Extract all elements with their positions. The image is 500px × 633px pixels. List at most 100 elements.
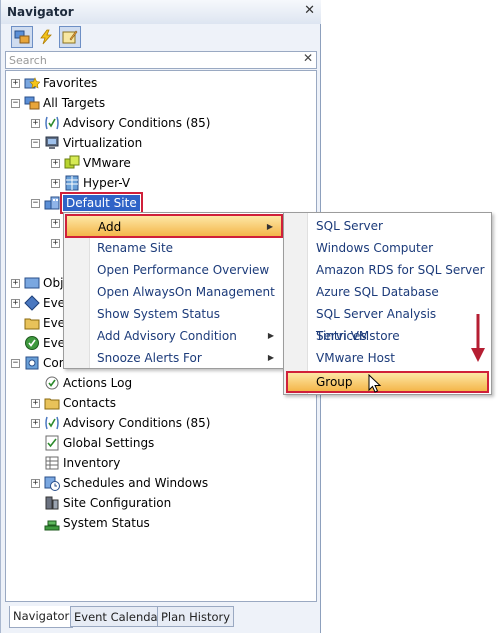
expand-icon[interactable]: + <box>51 218 60 228</box>
submenu-item-tintri-vmstore[interactable]: Tintri VMstore <box>286 325 489 347</box>
tree-label: Inventory <box>63 456 121 470</box>
tree-label: Advisory Conditions (85) <box>63 416 211 430</box>
expand-icon[interactable]: + <box>11 78 20 88</box>
tree-label: Virtualization <box>63 136 143 150</box>
tree-item-events[interactable]: + Eve <box>11 293 65 313</box>
submenu-item-vmware-host[interactable]: VMware Host <box>286 347 489 369</box>
configuration-icon <box>23 355 40 371</box>
objects-icon <box>23 275 40 291</box>
expand-icon[interactable]: + <box>31 118 40 128</box>
menu-item-label: Rename Site <box>97 241 174 255</box>
collapse-icon[interactable]: − <box>31 198 40 208</box>
navigator-titlebar: Navigator ✕ <box>1 0 321 24</box>
tree-item-all-targets[interactable]: − All Targets <box>11 93 105 113</box>
tree-item-advisory-conditions[interactable]: + Advisory Conditions (85) <box>31 113 210 133</box>
tree-label: Eve <box>43 336 66 350</box>
submenu-item-sql-server-analysis-services[interactable]: SQL Server Analysis Services <box>286 303 489 343</box>
targets-view-icon[interactable] <box>11 26 33 48</box>
tree-item-hyperv[interactable]: + Hyper-V <box>51 173 130 193</box>
menu-item-snooze-alerts-for[interactable]: Snooze Alerts For ▶ <box>66 347 282 369</box>
tab-navigator[interactable]: Navigator <box>9 606 74 628</box>
menu-item-open-alwayson-management[interactable]: Open AlwaysOn Management <box>66 281 282 303</box>
menu-item-label: Add Advisory Condition <box>97 329 237 343</box>
menu-item-add[interactable]: Add ▶ <box>65 214 283 238</box>
virtualization-icon <box>43 135 60 151</box>
submenu-item-azure-sql-database[interactable]: Azure SQL Database <box>286 281 489 303</box>
expand-icon[interactable]: + <box>31 478 40 488</box>
tree-item-contacts[interactable]: + Contacts <box>31 393 116 413</box>
submenu-item-group[interactable]: Group <box>286 371 489 393</box>
tree-label: Eve <box>43 316 66 330</box>
collapse-icon[interactable]: − <box>11 98 20 108</box>
favorites-icon <box>23 75 40 91</box>
tree-label: Obj <box>43 276 64 290</box>
folder-icon <box>43 395 60 411</box>
submenu-item-windows-computer[interactable]: Windows Computer <box>286 237 489 259</box>
navigator-tabs: Navigator Event Calendar Plan History <box>5 606 321 628</box>
advisory-conditions-icon <box>43 115 60 131</box>
tree-label: Hyper-V <box>83 176 131 190</box>
actions-log-icon <box>43 375 60 391</box>
expand-icon[interactable]: + <box>51 158 60 168</box>
expand-icon[interactable]: + <box>11 298 20 308</box>
menu-item-label: Add <box>98 220 122 234</box>
submenu-arrow-icon: ▶ <box>267 331 274 340</box>
tree-label: All Targets <box>43 96 106 110</box>
add-submenu: SQL Server Windows Computer Amazon RDS f… <box>283 212 492 395</box>
close-icon[interactable]: ✕ <box>304 3 315 18</box>
expand-icon[interactable]: + <box>31 418 40 428</box>
tree-item-configuration[interactable]: − Cor <box>11 353 64 373</box>
checklist-icon <box>43 435 60 451</box>
tree-label-selected: Default Site <box>60 192 143 214</box>
tree-item-vmware[interactable]: + VMware <box>51 153 131 173</box>
edit-icon[interactable] <box>59 26 81 48</box>
clear-search-icon[interactable]: ✕ <box>303 51 313 65</box>
search-input[interactable] <box>6 52 296 68</box>
expand-icon[interactable]: + <box>11 278 20 288</box>
navigator-title: Navigator <box>7 5 74 19</box>
submenu-item-amazon-rds[interactable]: Amazon RDS for SQL Server <box>286 259 489 281</box>
tree-item-system-status[interactable]: System Status <box>43 513 150 533</box>
expand-icon[interactable]: + <box>31 398 40 408</box>
menu-item-add-advisory-condition[interactable]: Add Advisory Condition ▶ <box>66 325 282 347</box>
tab-plan-history[interactable]: Plan History <box>157 606 235 627</box>
tree-item-child[interactable]: + <box>51 233 63 253</box>
menu-item-label: Open Performance Overview <box>97 263 270 277</box>
collapse-icon[interactable]: − <box>31 138 40 148</box>
tree-label: Eve <box>43 296 66 310</box>
tree-label: Actions Log <box>63 376 133 390</box>
collapse-icon[interactable]: − <box>11 358 20 368</box>
tree-item-event-history[interactable]: Eve <box>11 333 65 353</box>
tree-item-advisory-conditions-config[interactable]: + Advisory Conditions (85) <box>31 413 210 433</box>
tree-item-inventory[interactable]: Inventory <box>43 453 120 473</box>
expand-icon[interactable]: + <box>51 238 60 248</box>
submenu-item-sql-server[interactable]: SQL Server <box>286 215 489 237</box>
hyperv-icon <box>63 175 80 191</box>
expand-icon[interactable]: + <box>51 178 60 188</box>
search-box: ✕ <box>5 51 317 69</box>
advisory-conditions-icon <box>43 415 60 431</box>
tree-label: Global Settings <box>63 436 155 450</box>
tree-label: System Status <box>63 516 150 530</box>
tree-item-global-settings[interactable]: Global Settings <box>43 433 154 453</box>
lightning-icon[interactable] <box>35 26 57 48</box>
tree-item-child[interactable]: + <box>51 213 63 233</box>
tab-event-calendar[interactable]: Event Calendar <box>70 606 167 627</box>
tree-item-objects[interactable]: + Obj <box>11 273 63 293</box>
menu-item-label: Show System Status <box>97 307 220 321</box>
tree-item-event-log[interactable]: Eve <box>11 313 65 333</box>
menu-item-open-performance-overview[interactable]: Open Performance Overview <box>66 259 282 281</box>
tree-item-actions-log[interactable]: Actions Log <box>43 373 132 393</box>
folder-icon <box>23 315 40 331</box>
system-status-icon <box>43 515 60 531</box>
tree-item-virtualization[interactable]: − Virtualization <box>31 133 142 153</box>
mouse-cursor-icon <box>368 374 382 393</box>
menu-item-rename-site[interactable]: Rename Site <box>66 237 282 259</box>
tree-item-schedules-windows[interactable]: + Schedules and Windows <box>31 473 208 493</box>
tree-item-site-configuration[interactable]: Site Configuration <box>43 493 171 513</box>
tree-label: Site Configuration <box>63 496 172 510</box>
tree-item-favorites[interactable]: + Favorites <box>11 73 97 93</box>
tree-label: Contacts <box>63 396 116 410</box>
tree-item-default-site[interactable]: − Default Site <box>31 192 143 214</box>
menu-item-show-system-status[interactable]: Show System Status <box>66 303 282 325</box>
